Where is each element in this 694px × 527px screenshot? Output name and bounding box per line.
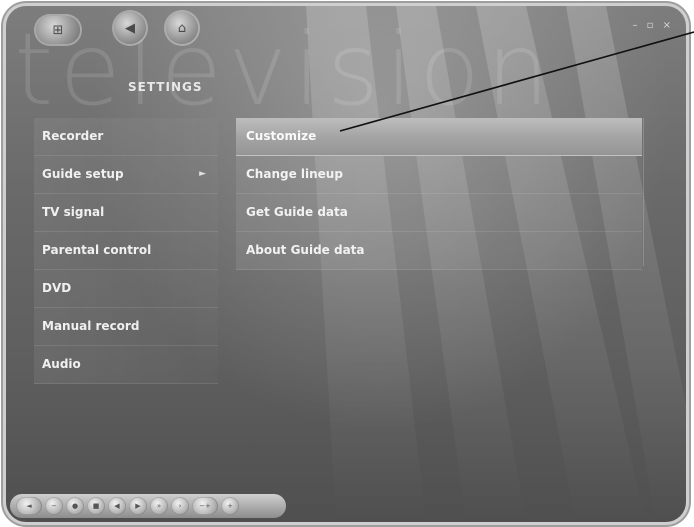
stop-icon: ■ [92,502,100,510]
submenu-item-label: Change lineup [246,167,343,181]
volume-up-icon: + [227,502,233,510]
menu-item-label: Recorder [42,129,104,143]
transport-controls-bar: ◄ − ● ■ ◀ ▶ » › −+ + [10,494,286,518]
rewind-button[interactable]: ◀ [108,497,126,515]
fast-forward-button[interactable]: » [150,497,168,515]
menu-item-label: Manual record [42,319,140,333]
menu-item-guide-setup[interactable]: Guide setup ► [34,156,218,194]
menu-item-label: TV signal [42,205,105,219]
mute-icon: ◄ [26,502,32,510]
submenu-item-label: Customize [246,129,317,143]
menu-item-label: Guide setup [42,167,124,181]
guide-setup-submenu: Customize Change lineup Get Guide data A… [236,118,642,270]
menu-item-label: Audio [42,357,81,371]
page-title-text: SETTINGS [128,80,203,94]
menu-item-recorder[interactable]: Recorder [34,118,218,156]
home-icon: ⌂ [177,20,187,36]
submenu-item-get-guide-data[interactable]: Get Guide data [236,194,642,232]
submenu-item-label: Get Guide data [246,205,348,219]
media-center-logo-button[interactable]: ⊞ [36,16,80,44]
menu-item-audio[interactable]: Audio [34,346,218,384]
record-icon: ● [71,502,79,510]
window-controls[interactable]: – ▫ × [632,20,674,31]
stop-button[interactable]: ■ [87,497,105,515]
chevron-right-icon: ► [199,169,206,179]
skip-icon: › [178,502,182,510]
volume-up-button[interactable]: + [221,497,239,515]
play-button[interactable]: ▶ [129,497,147,515]
settings-category-menu: Recorder Guide setup ► TV signal Parenta… [34,118,218,384]
menu-item-parental-control[interactable]: Parental control [34,232,218,270]
record-button[interactable]: ● [66,497,84,515]
play-icon: ▶ [135,502,141,510]
rewind-icon: ◀ [114,502,120,510]
page-title: SETTINGS [128,80,203,94]
menu-item-dvd[interactable]: DVD [34,270,218,308]
media-center-window: television ⊞ ◀ ⌂ – ▫ × SETTINGS Recorder… [6,6,686,522]
back-icon: ◀ [125,20,135,36]
background-watermark-word: television [14,11,556,128]
volume-down-icon: − [51,502,57,510]
channel-button[interactable]: −+ [192,497,218,515]
channel-icon: −+ [199,502,211,510]
volume-down-button[interactable]: − [45,497,63,515]
fast-forward-icon: » [156,502,162,510]
mute-button[interactable]: ◄ [16,497,42,515]
submenu-item-change-lineup[interactable]: Change lineup [236,156,642,194]
menu-item-tv-signal[interactable]: TV signal [34,194,218,232]
media-center-logo-icon: ⊞ [52,22,64,38]
back-button[interactable]: ◀ [114,12,146,44]
skip-button[interactable]: › [171,497,189,515]
submenu-divider [643,118,644,266]
submenu-item-customize[interactable]: Customize [236,118,642,156]
menu-item-label: DVD [42,281,72,295]
menu-item-label: Parental control [42,243,152,257]
menu-item-manual-record[interactable]: Manual record [34,308,218,346]
submenu-item-label: About Guide data [246,243,365,257]
submenu-item-about-guide-data[interactable]: About Guide data [236,232,642,270]
home-button[interactable]: ⌂ [166,12,198,44]
